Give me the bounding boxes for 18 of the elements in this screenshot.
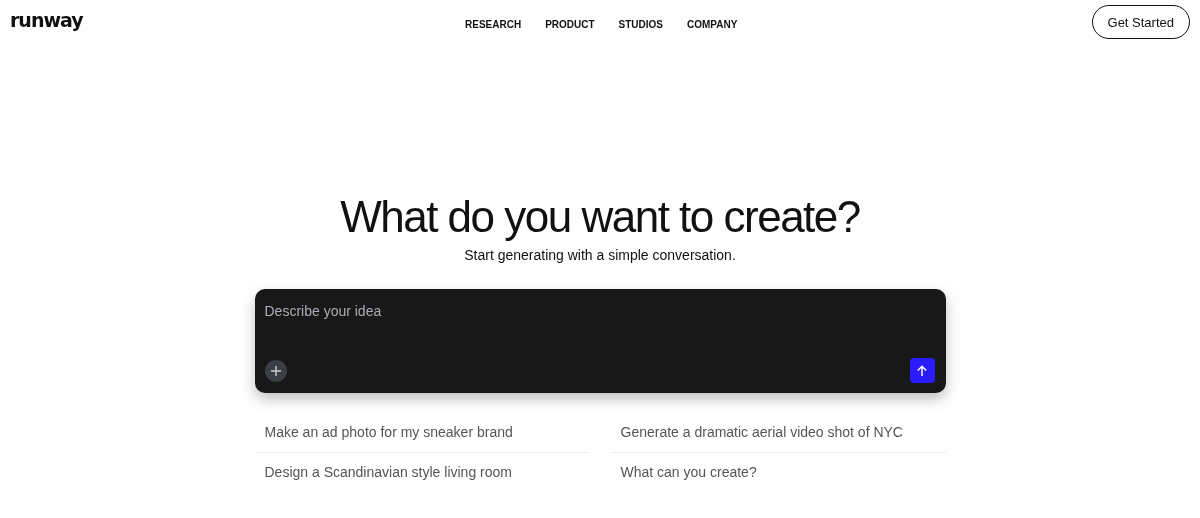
get-started-button[interactable]: Get Started: [1091, 5, 1190, 39]
plus-icon: [269, 364, 282, 377]
suggestion-item[interactable]: Make an ad photo for my sneaker brand: [254, 413, 590, 453]
nav-link[interactable]: RESEARCH: [465, 18, 522, 30]
prompt-box[interactable]: Describe your idea: [254, 289, 946, 393]
hero-title: What do you want to create?: [340, 191, 860, 243]
nav-link[interactable]: PRODUCT: [545, 18, 595, 30]
nav-link[interactable]: STUDIOS: [618, 18, 664, 30]
prompt-field[interactable]: Describe your idea: [264, 299, 936, 358]
add-button[interactable]: [264, 359, 287, 382]
suggestion-item[interactable]: Design a Scandinavian style living room: [254, 453, 590, 492]
arrow-up-icon: [916, 364, 928, 377]
suggestion-item[interactable]: Generate a dramatic aerial video shot of NYC: [610, 413, 946, 453]
nav-link[interactable]: COMPANY: [687, 18, 738, 30]
send-button[interactable]: [909, 358, 935, 383]
logo[interactable]: runway: [10, 9, 130, 31]
hero-subtitle: Start generating with a simple conversation.: [464, 247, 736, 263]
suggestion-item[interactable]: What can you create?: [610, 453, 946, 492]
